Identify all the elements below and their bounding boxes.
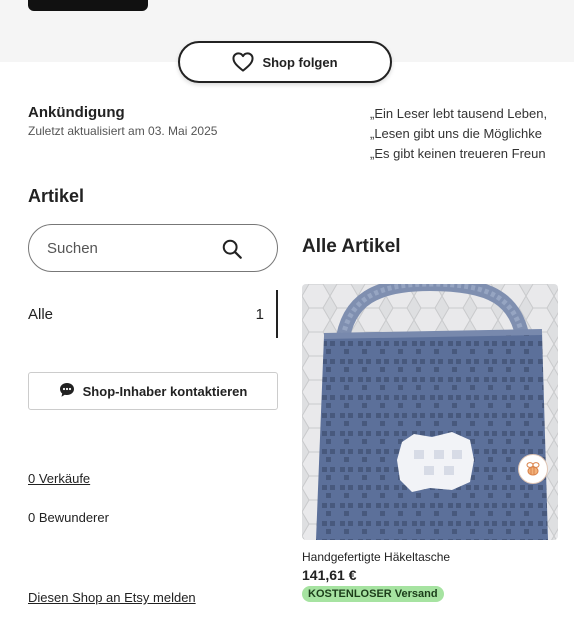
quote-line: „Es gibt keinen treueren Freun <box>370 146 546 161</box>
category-label: Alle <box>28 305 54 323</box>
report-shop-link[interactable]: Diesen Shop an Etsy melden <box>28 590 196 605</box>
quote-line: „Lesen gibt uns die Möglichke <box>370 126 542 141</box>
all-items-heading: Alle Artikel <box>302 236 401 257</box>
product-image[interactable] <box>302 284 558 540</box>
product-price: 141,61 € <box>302 567 357 583</box>
items-section-heading: Artikel <box>28 186 85 206</box>
free-shipping-badge: KOSTENLOSER Versand <box>302 586 444 602</box>
category-item-all[interactable]: Alle 1 <box>28 290 278 338</box>
bee-icon <box>518 454 548 484</box>
category-count: 1 <box>255 305 264 323</box>
admirers-count: 0 Bewunderer <box>28 510 109 525</box>
follow-button-label: Shop folgen <box>262 54 338 70</box>
product-card[interactable]: Handgefertigte Häkeltasche 141,61 € KOST… <box>302 284 558 602</box>
shop-search-box <box>28 224 278 272</box>
header-dark-element <box>28 0 148 11</box>
follow-shop-button[interactable]: Shop folgen <box>178 41 392 83</box>
quote-line: „Ein Leser lebt tausend Leben, <box>370 106 548 121</box>
contact-button-label: Shop-Inhaber kontaktieren <box>82 383 248 399</box>
search-icon[interactable] <box>221 238 243 265</box>
category-selected-indicator <box>276 290 278 338</box>
search-input[interactable] <box>47 239 217 257</box>
announcement-updated-date: Zuletzt aktualisiert am 03. Mai 2025 <box>28 124 218 138</box>
product-title[interactable]: Handgefertigte Häkeltasche <box>302 550 558 564</box>
announcement-title: Ankündigung <box>28 104 125 121</box>
chat-bubble-icon <box>59 382 75 401</box>
heart-icon <box>232 52 254 72</box>
contact-shop-owner-button[interactable]: Shop-Inhaber kontaktieren <box>28 372 278 410</box>
announcement-quotes: „Ein Leser lebt tausend Leben, „Lesen gi… <box>370 104 574 164</box>
sales-count-link[interactable]: 0 Verkäufe <box>28 471 90 486</box>
